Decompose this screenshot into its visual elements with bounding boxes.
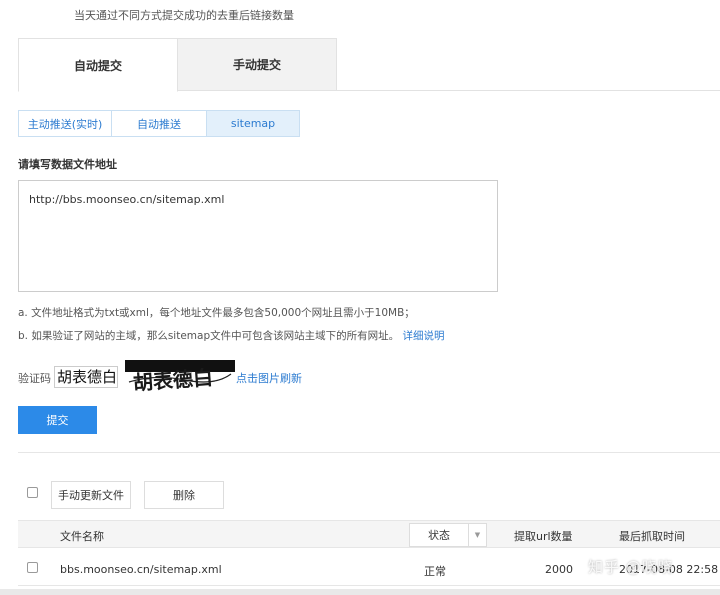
status-filter-select[interactable]: 状态 ▼ [409,523,487,547]
header-file-name: 文件名称 [60,530,104,543]
watermark: 知乎 @晓晓 [588,558,674,576]
manual-update-button[interactable]: 手动更新文件 [51,481,131,509]
chevron-down-icon: ▼ [468,524,486,546]
captcha-image[interactable]: 胡表德白 [125,360,235,394]
select-all-checkbox[interactable] [27,487,38,498]
details-link[interactable]: 详细说明 [402,330,444,342]
hint-domain: b. 如果验证了网站的主域，那么sitemap文件中可包含该网站主域下的所有网址… [18,328,444,343]
tab-auto-submit[interactable]: 自动提交 [18,38,178,92]
hint-domain-text: b. 如果验证了网站的主域，那么sitemap文件中可包含该网站主域下的所有网址… [18,330,400,342]
subtab-sitemap[interactable]: sitemap [206,110,300,137]
subtab-auto-push[interactable]: 自动推送 [111,110,207,137]
submit-method-subtabs: 主动推送(实时) 自动推送 sitemap [18,110,300,137]
captcha-image-text: 胡表德白 [132,365,213,394]
tab-manual-submit[interactable]: 手动提交 [177,38,337,91]
hint-format: a. 文件地址格式为txt或xml，每个地址文件最多包含50,000个网址且需小… [18,307,415,319]
top-note: 当天通过不同方式提交成功的去重后链接数量 [74,9,294,22]
delete-button[interactable]: 删除 [144,481,224,509]
submit-mode-tabs: 自动提交 手动提交 [18,38,720,92]
status-filter-label: 状态 [428,529,450,542]
captcha-input[interactable]: 胡表德白 [54,366,118,388]
table-header: 文件名称 状态 ▼ 提取url数量 最后抓取时间 [18,520,720,548]
refresh-captcha-link[interactable]: 点击图片刷新 [236,370,302,386]
sitemap-url-textarea[interactable]: http://bbs.moonseo.cn/sitemap.xml [18,180,498,292]
cell-status: 正常 [424,565,446,578]
cell-file-name: bbs.moonseo.cn/sitemap.xml [60,563,222,576]
captcha-label: 验证码 [18,372,51,385]
row-checkbox[interactable] [27,562,38,573]
subtab-active-push[interactable]: 主动推送(实时) [18,110,112,137]
header-url-count: 提取url数量 [514,530,573,543]
header-last-fetch: 最后抓取时间 [619,530,685,543]
divider [18,452,720,453]
submit-button[interactable]: 提交 [18,406,97,434]
bottom-scrollbar[interactable] [0,589,720,595]
cell-url-count: 2000 [545,563,573,576]
section-label: 请填写数据文件地址 [18,158,117,171]
